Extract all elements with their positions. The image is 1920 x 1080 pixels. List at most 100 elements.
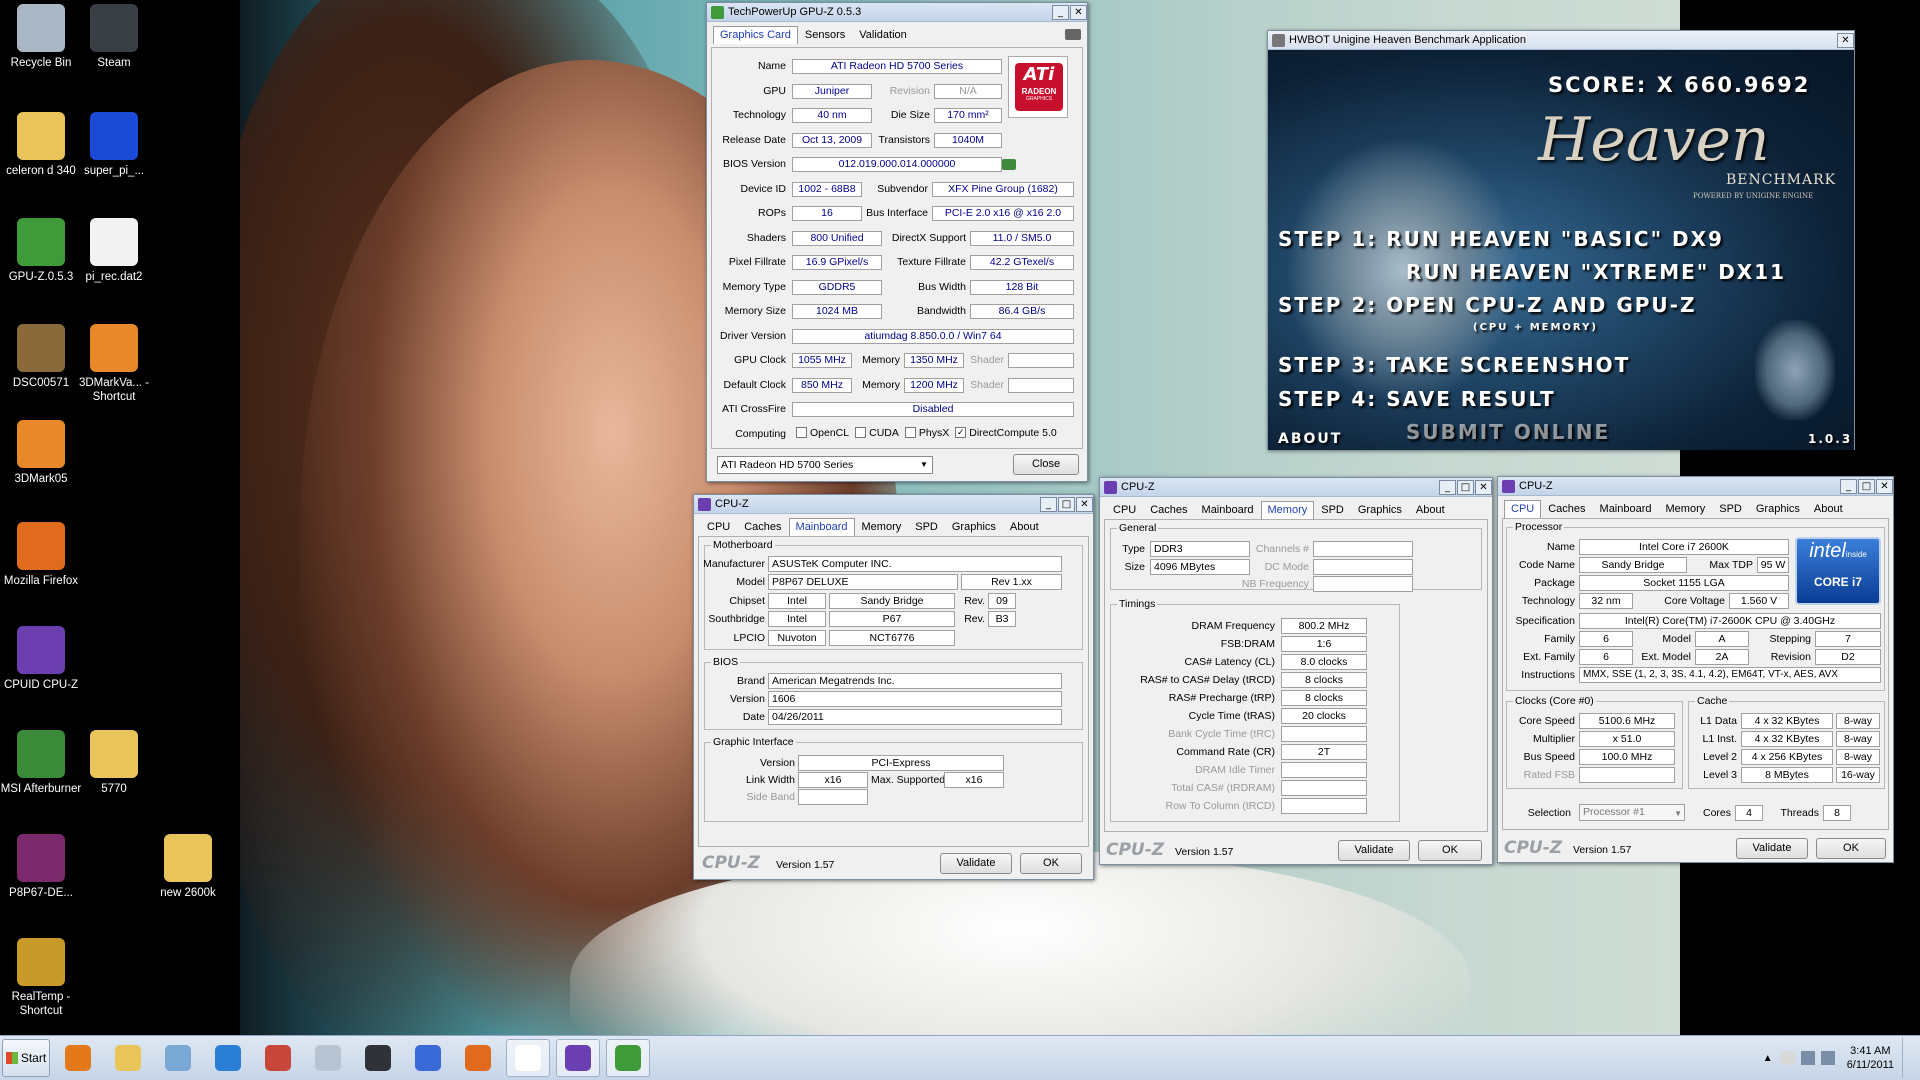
cpuz-cpu-titlebar[interactable]: CPU-Z _ □ ✕: [1498, 477, 1893, 496]
taskbar-button[interactable]: [106, 1039, 150, 1077]
computing-checkbox[interactable]: ✓ DirectCompute 5.0: [955, 427, 1057, 439]
validate-button[interactable]: Validate: [1736, 838, 1808, 859]
tab-cpu[interactable]: CPU: [1504, 500, 1542, 518]
tab-about[interactable]: About: [1807, 500, 1850, 518]
tab-about[interactable]: About: [1409, 501, 1452, 519]
taskbar-button[interactable]: [56, 1039, 100, 1077]
tab-about[interactable]: About: [1003, 518, 1046, 536]
start-button[interactable]: Start: [2, 1039, 50, 1077]
minimize-button[interactable]: _: [1052, 4, 1069, 20]
tab-memory[interactable]: Memory: [1659, 500, 1713, 518]
desktop-icon[interactable]: new 2600k: [145, 834, 231, 900]
tab-memory[interactable]: Memory: [1260, 501, 1315, 519]
show-hidden-icons-icon[interactable]: ▲: [1763, 1053, 1773, 1064]
maximize-button[interactable]: □: [1858, 478, 1875, 494]
heaven-window[interactable]: HWBOT Unigine Heaven Benchmark Applicati…: [1267, 30, 1855, 450]
desktop-icon[interactable]: Steam: [71, 4, 157, 70]
tab-memory[interactable]: Memory: [855, 518, 909, 536]
tab-graphics-card[interactable]: Graphics Card: [713, 26, 798, 44]
taskbar-button[interactable]: [306, 1039, 350, 1077]
technology-label: Technology: [1521, 595, 1575, 607]
computing-checkbox[interactable]: OpenCL: [796, 427, 849, 439]
tab-sensors[interactable]: Sensors: [798, 26, 852, 44]
tab-cpu[interactable]: CPU: [1106, 501, 1143, 519]
cache-label: L1 Data: [1700, 715, 1737, 727]
desktop-icon-label: 3DMarkVa... - Shortcut: [78, 377, 150, 403]
minimize-button[interactable]: _: [1040, 496, 1057, 512]
minimize-button[interactable]: _: [1439, 479, 1456, 495]
desktop-icon[interactable]: pi_rec.dat2: [71, 218, 157, 284]
taskbar-button[interactable]: [606, 1039, 650, 1077]
timing-label: Command Rate (CR): [1176, 746, 1275, 758]
maximize-button[interactable]: □: [1457, 479, 1474, 495]
desktop-icon[interactable]: 3DMarkVa... - Shortcut: [71, 324, 157, 404]
about-link-visible[interactable]: ABOUT: [1278, 431, 1342, 447]
processor-select[interactable]: Processor #1 ▼: [1579, 804, 1685, 821]
desktop-icon[interactable]: 5770: [71, 730, 157, 796]
tab-caches[interactable]: Caches: [1143, 501, 1194, 519]
cpuz-cpu-window[interactable]: CPU-Z _ □ ✕ CPU Caches Mainboard Memory SPD Gra…: [1497, 476, 1894, 863]
show-desktop-button[interactable]: [1902, 1038, 1914, 1078]
taskbar-button[interactable]: [406, 1039, 450, 1077]
bios-save-icon[interactable]: [1002, 159, 1016, 170]
computing-label: DirectCompute 5.0: [969, 426, 1057, 439]
tab-graphics[interactable]: Graphics: [1351, 501, 1409, 519]
computing-checkbox[interactable]: CUDA: [855, 427, 899, 439]
gpuz-titlebar[interactable]: TechPowerUp GPU-Z 0.5.3 _ ✕: [707, 3, 1087, 22]
desktop-icon[interactable]: RealTemp - Shortcut: [0, 938, 84, 1018]
submit-online[interactable]: SUBMIT ONLINE: [1406, 420, 1610, 444]
cpuz-mem-titlebar[interactable]: CPU-Z _ □ ✕: [1100, 478, 1492, 497]
tab-mainboard[interactable]: Mainboard: [788, 518, 855, 536]
tab-validation[interactable]: Validation: [852, 26, 914, 44]
close-button[interactable]: ✕: [1876, 478, 1893, 494]
heaven-titlebar[interactable]: HWBOT Unigine Heaven Benchmark Applicati…: [1268, 31, 1854, 50]
tab-spd[interactable]: SPD: [908, 518, 945, 536]
taskbar-button[interactable]: [206, 1039, 250, 1077]
taskbar-button[interactable]: [356, 1039, 400, 1077]
tab-spd[interactable]: SPD: [1712, 500, 1749, 518]
validate-button[interactable]: Validate: [940, 853, 1012, 874]
tab-caches[interactable]: Caches: [1541, 500, 1592, 518]
cpuz-memory-window[interactable]: CPU-Z _ □ ✕ CPU Caches Mainboard Memory SPD Gra…: [1099, 477, 1493, 865]
ok-button[interactable]: OK: [1020, 853, 1082, 874]
desktop-icon[interactable]: super_pi_...: [71, 112, 157, 178]
texture-fillrate-value: 42.2 GTexel/s: [970, 255, 1074, 270]
maximize-button[interactable]: □: [1058, 496, 1075, 512]
gpuz-window[interactable]: TechPowerUp GPU-Z 0.5.3 _ ✕ Graphics Card…: [706, 2, 1088, 482]
camera-icon[interactable]: [1065, 29, 1081, 40]
tab-mainboard[interactable]: Mainboard: [1195, 501, 1261, 519]
tab-spd[interactable]: SPD: [1314, 501, 1351, 519]
close-button[interactable]: ✕: [1837, 32, 1854, 48]
desktop-icon[interactable]: P8P67-DE...: [0, 834, 84, 900]
cpuz-mainboard-window[interactable]: CPU-Z _ □ ✕ CPU Caches Mainboard Memory SPD Gra…: [693, 494, 1094, 880]
close-button[interactable]: ✕: [1076, 496, 1093, 512]
taskbar-button[interactable]: [456, 1039, 500, 1077]
taskbar-button[interactable]: [556, 1039, 600, 1077]
tab-caches[interactable]: Caches: [737, 518, 788, 536]
ok-button[interactable]: OK: [1418, 840, 1482, 861]
taskbar-button[interactable]: [156, 1039, 200, 1077]
cpuz-mb-titlebar[interactable]: CPU-Z _ □ ✕: [694, 495, 1093, 514]
flag-icon[interactable]: [1780, 1051, 1795, 1065]
desktop-icon[interactable]: Mozilla Firefox: [0, 522, 84, 588]
computing-checkbox[interactable]: PhysX: [904, 427, 949, 439]
close-button[interactable]: ✕: [1475, 479, 1492, 495]
taskbar-button[interactable]: [506, 1039, 550, 1077]
network-icon[interactable]: [1800, 1051, 1815, 1065]
close-button[interactable]: ✕: [1070, 4, 1087, 20]
tab-graphics[interactable]: Graphics: [945, 518, 1003, 536]
close-button-gpuz[interactable]: Close: [1013, 454, 1079, 475]
tab-cpu[interactable]: CPU: [700, 518, 737, 536]
taskbar-button[interactable]: [256, 1039, 300, 1077]
clock[interactable]: 3:41 AM 6/11/2011: [1847, 1044, 1894, 1072]
tab-graphics[interactable]: Graphics: [1749, 500, 1807, 518]
volume-icon[interactable]: [1820, 1051, 1835, 1065]
ie-icon: [215, 1045, 241, 1071]
ok-button[interactable]: OK: [1816, 838, 1886, 859]
minimize-button[interactable]: _: [1840, 478, 1857, 494]
desktop-icon[interactable]: 3DMark05: [0, 420, 84, 486]
tab-mainboard[interactable]: Mainboard: [1593, 500, 1659, 518]
gpu-select[interactable]: ATI Radeon HD 5700 Series ▼: [717, 456, 933, 474]
desktop-icon[interactable]: CPUID CPU-Z: [0, 626, 84, 692]
validate-button[interactable]: Validate: [1338, 840, 1410, 861]
